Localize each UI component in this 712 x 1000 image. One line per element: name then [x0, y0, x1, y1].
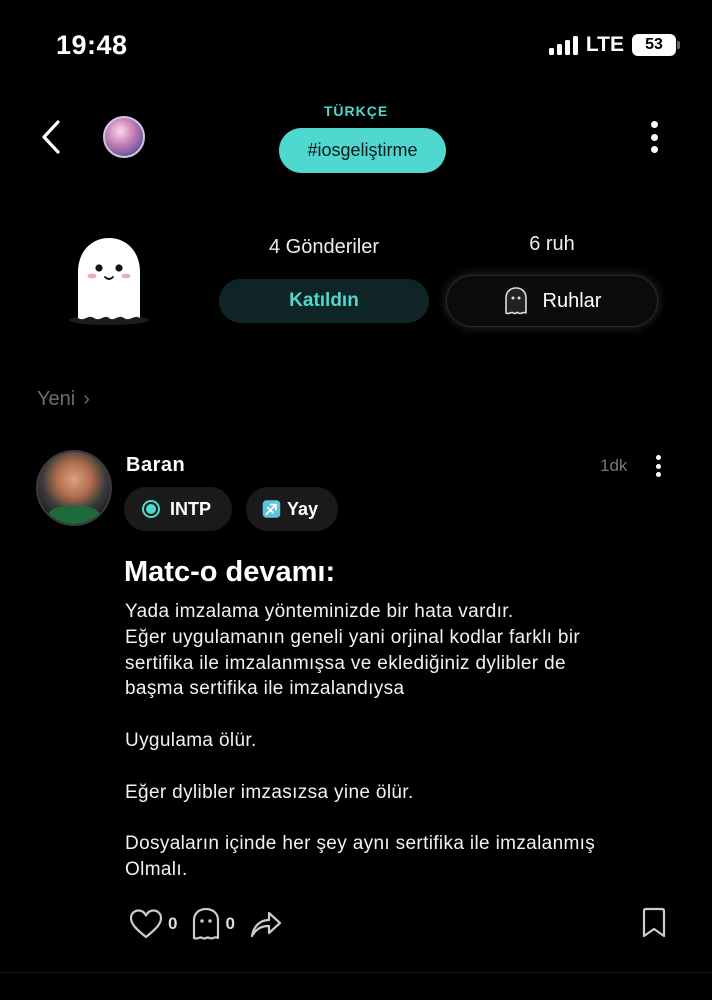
ghost-reaction-button[interactable]: 0 [191, 907, 235, 941]
ghost-icon [193, 907, 220, 940]
like-count: 0 [168, 914, 178, 933]
section-label: Yeni [37, 388, 76, 410]
back-chevron-icon[interactable] [38, 118, 64, 156]
post-line: başma sertifika ile imzalandıysa [125, 678, 405, 700]
posts-count: 4 Gönderiler [268, 236, 380, 258]
post-line: sertifika ile imzalanmışsa ve eklediğini… [125, 652, 566, 674]
post-timestamp: 1dk [600, 456, 628, 475]
ghost-mascot-icon [69, 238, 149, 325]
network-type: LTE [585, 33, 624, 56]
post-more-options-icon[interactable] [654, 455, 662, 477]
zodiac-label: Yay [286, 498, 318, 519]
zodiac-tag[interactable]: Yay [246, 487, 338, 531]
post-line: Uygulama ölür. [125, 729, 257, 751]
channel-avatar[interactable] [103, 116, 145, 158]
battery-level: 53 [645, 36, 663, 53]
post-blank-line [125, 702, 685, 728]
status-time: 19:48 [56, 30, 128, 60]
post-line: Olmalı. [125, 858, 188, 880]
post-line: Eğer dylibler imzasızsa yine ölür. [125, 781, 414, 803]
mbti-dot-icon [142, 500, 160, 518]
post-line: Dosyaların içinde her şey aynı sertifika… [125, 833, 596, 855]
author-avatar[interactable] [36, 450, 112, 526]
divider [0, 972, 712, 973]
post-title: Matc-o devamı: [124, 556, 336, 588]
chevron-right-icon: › [83, 388, 90, 410]
section-new-link[interactable]: Yeni › [37, 388, 90, 411]
status-indicators: LTE 53 [548, 33, 680, 57]
share-button[interactable] [249, 909, 283, 939]
souls-button[interactable]: Ruhlar [446, 275, 658, 327]
post-line: Yada imzalama yönteminizde bir hata vard… [125, 601, 514, 622]
mbti-tag[interactable]: INTP [124, 487, 232, 531]
post-line: Eğer uygulamanın geneli yani orjinal kod… [125, 626, 581, 648]
author-name[interactable]: Baran [126, 454, 185, 477]
souls-button-label: Ruhlar [542, 289, 602, 312]
channel-hashtag-button[interactable]: #iosgeliştirme [279, 128, 446, 173]
more-options-icon[interactable] [648, 121, 660, 153]
mbti-label: INTP [170, 498, 212, 519]
souls-count: 6 ruh [529, 233, 575, 255]
battery-icon: 53 [632, 34, 680, 56]
post-blank-line [125, 754, 685, 780]
share-icon [250, 911, 282, 938]
heart-icon [129, 909, 163, 939]
joined-button[interactable]: Katıldın [219, 279, 429, 323]
bookmark-icon[interactable] [640, 907, 668, 939]
ghost-reaction-count: 0 [225, 914, 235, 933]
signal-icon [548, 35, 578, 55]
like-button[interactable]: 0 [128, 908, 177, 940]
ghost-icon [504, 287, 527, 315]
post-body: Yada imzalama yönteminizde bir hata vard… [125, 599, 685, 883]
post-blank-line [125, 805, 685, 831]
sagittarius-icon [262, 500, 281, 518]
post-actions: 0 0 [128, 904, 297, 944]
channel-language: TÜRKÇE [323, 103, 389, 119]
